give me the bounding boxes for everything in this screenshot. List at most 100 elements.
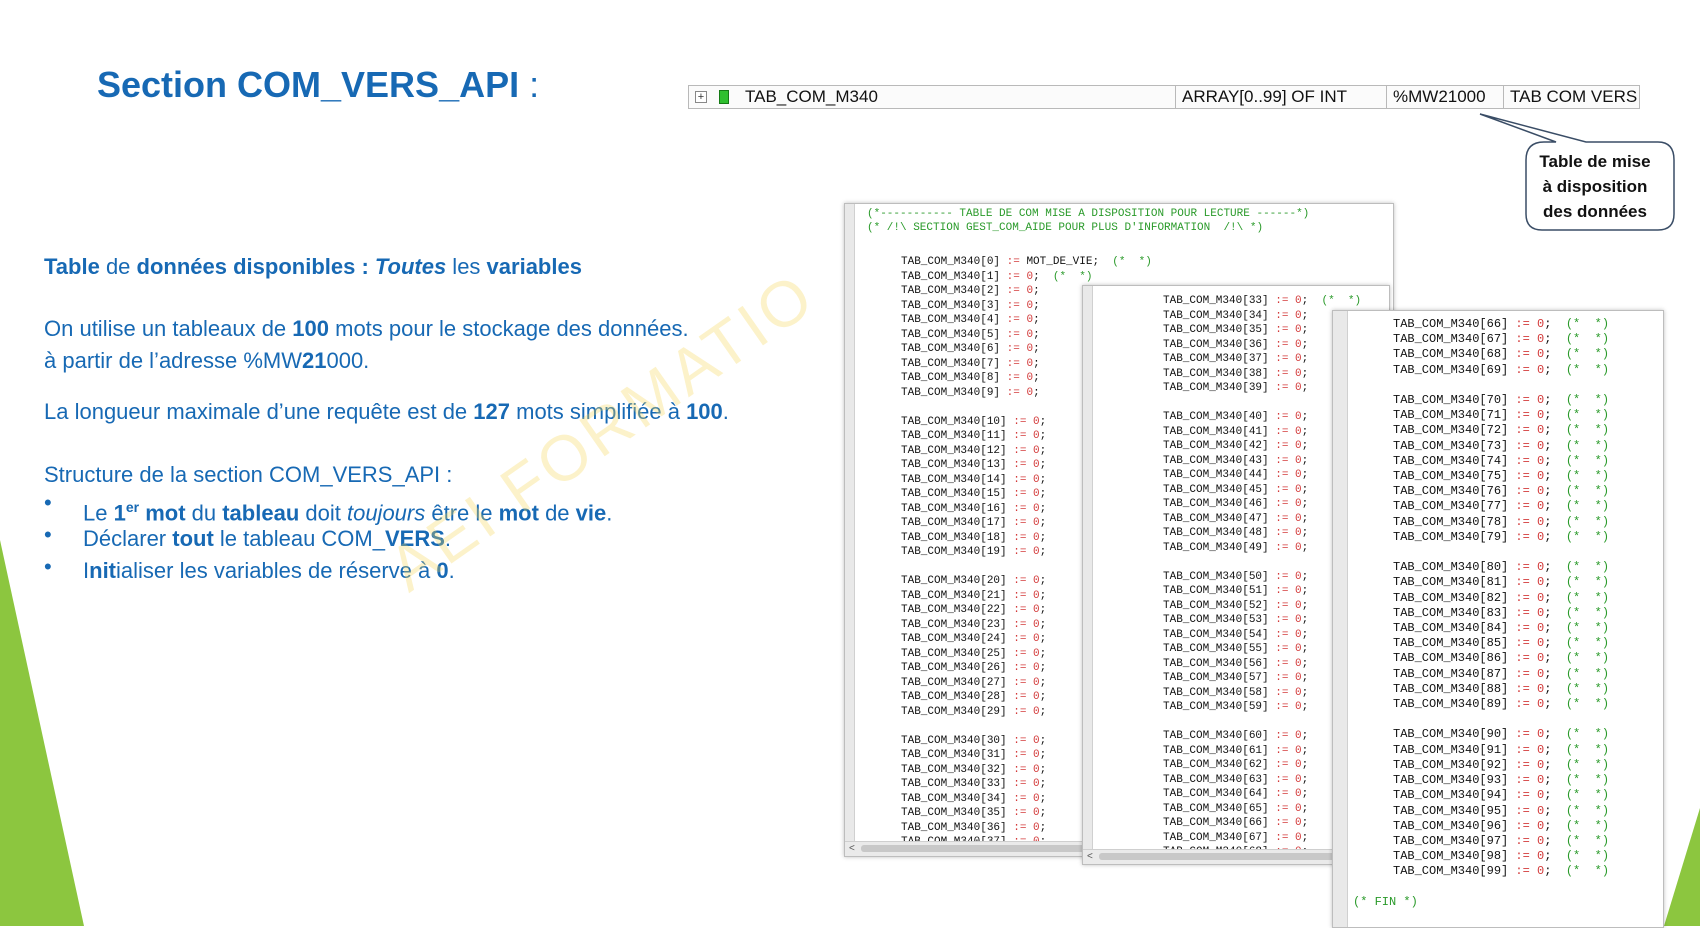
bullet-symbol: • <box>44 490 52 515</box>
watermark: AEI FORMATIO <box>375 257 829 605</box>
array-element: TAB_COM_M340[76] <box>1393 484 1509 499</box>
array-element: TAB_COM_M340[33] <box>901 778 1007 790</box>
code-header-comment: (*----------- TABLE DE COM MISE A DISPOS… <box>867 208 1310 220</box>
array-element: TAB_COM_M340[38] <box>1163 367 1269 380</box>
array-element: TAB_COM_M340[79] <box>1393 529 1509 544</box>
array-element: TAB_COM_M340[6] <box>901 343 1001 355</box>
array-element: TAB_COM_M340[75] <box>1393 469 1509 484</box>
array-element: TAB_COM_M340[64] <box>1163 788 1269 800</box>
variable-comment: TAB COM VERS <box>1510 87 1638 106</box>
array-element: TAB_COM_M340[43] <box>1163 454 1269 467</box>
array-element: TAB_COM_M340[62] <box>1163 759 1269 771</box>
array-element: TAB_COM_M340[93] <box>1393 773 1509 788</box>
array-element: TAB_COM_M340[56] <box>1163 657 1269 670</box>
array-element: TAB_COM_M340[84] <box>1393 621 1509 636</box>
array-element: TAB_COM_M340[15] <box>901 488 1007 500</box>
array-element: TAB_COM_M340[68] <box>1393 347 1509 362</box>
array-element: TAB_COM_M340[5] <box>901 328 1001 341</box>
array-element: TAB_COM_M340[2] <box>901 285 1001 297</box>
callout-line: à disposition <box>1542 177 1648 196</box>
scrollbar-thumb[interactable] <box>1099 853 1371 860</box>
variable-address: %MW21000 <box>1393 87 1486 106</box>
variable-type-icon <box>719 90 729 104</box>
code-window-3[interactable]: TAB_COM_M340[66] := 0; (* *) TAB_COM_M34… <box>1332 310 1664 928</box>
array-element: TAB_COM_M340[12] <box>901 444 1007 457</box>
array-element: TAB_COM_M340[74] <box>1393 453 1509 468</box>
array-element: TAB_COM_M340[28] <box>901 691 1007 703</box>
array-element: TAB_COM_M340[4] <box>901 314 1001 326</box>
editor-margin <box>1083 286 1093 864</box>
array-element: TAB_COM_M340[39] <box>1163 382 1269 394</box>
array-element: TAB_COM_M340[83] <box>1393 605 1509 620</box>
array-element: TAB_COM_M340[52] <box>1163 599 1269 612</box>
array-element: TAB_COM_M340[13] <box>901 459 1007 471</box>
array-element: TAB_COM_M340[91] <box>1393 742 1509 757</box>
array-element: TAB_COM_M340[21] <box>901 589 1007 602</box>
array-element: TAB_COM_M340[77] <box>1393 499 1509 514</box>
array-element: TAB_COM_M340[9] <box>901 386 1001 399</box>
array-element: TAB_COM_M340[69] <box>1393 362 1509 377</box>
array-element: TAB_COM_M340[57] <box>1163 672 1269 684</box>
array-element: TAB_COM_M340[48] <box>1163 527 1269 539</box>
paragraph-address: à partir de l’adresse %MW21000. <box>44 348 370 373</box>
array-element: TAB_COM_M340[19] <box>901 546 1007 558</box>
column-separator <box>1503 86 1504 108</box>
paragraph-structure: Structure de la section COM_VERS_API : <box>44 462 453 487</box>
variable-name: TAB_COM_M340 <box>745 87 878 106</box>
array-element: TAB_COM_M340[55] <box>1163 643 1269 655</box>
array-element: TAB_COM_M340[40] <box>1163 411 1269 423</box>
array-element: TAB_COM_M340[47] <box>1163 512 1269 525</box>
code-header-comment: (* /!\ SECTION GEST_COM_AIDE POUR PLUS D… <box>867 222 1264 234</box>
array-element: TAB_COM_M340[66] <box>1163 817 1269 829</box>
array-element: TAB_COM_M340[86] <box>1393 651 1509 666</box>
array-element: TAB_COM_M340[8] <box>901 372 1001 384</box>
array-element: TAB_COM_M340[78] <box>1393 514 1509 529</box>
plus-box-icon[interactable]: + <box>695 91 707 103</box>
array-element: TAB_COM_M340[67] <box>1393 332 1509 347</box>
array-element: TAB_COM_M340[53] <box>1163 614 1269 626</box>
array-element: TAB_COM_M340[0] <box>901 256 1001 268</box>
array-element: TAB_COM_M340[30] <box>901 734 1007 747</box>
array-element: TAB_COM_M340[44] <box>1163 469 1269 481</box>
array-element: TAB_COM_M340[71] <box>1393 408 1509 423</box>
array-element: TAB_COM_M340[34] <box>901 792 1007 805</box>
array-element: TAB_COM_M340[58] <box>1163 686 1269 699</box>
bullet-symbol: • <box>44 554 52 579</box>
array-element: TAB_COM_M340[26] <box>901 662 1007 674</box>
array-element: TAB_COM_M340[72] <box>1393 423 1509 438</box>
callout-bubble: Table de mise à disposition des données <box>1479 113 1675 232</box>
array-element: TAB_COM_M340[35] <box>901 807 1007 819</box>
bullet-symbol: • <box>44 522 52 547</box>
array-element: TAB_COM_M340[85] <box>1393 636 1509 651</box>
editor-margin <box>1333 311 1348 927</box>
chevron-left-icon[interactable]: < <box>1087 851 1093 862</box>
code-lines: TAB_COM_M340[66] := 0; (* *) TAB_COM_M34… <box>1353 317 1610 909</box>
array-element: TAB_COM_M340[96] <box>1393 818 1509 833</box>
array-element: TAB_COM_M340[36] <box>901 821 1007 834</box>
array-element: TAB_COM_M340[73] <box>1393 438 1509 453</box>
array-element: TAB_COM_M340[33] <box>1163 295 1269 307</box>
column-separator <box>1386 86 1387 108</box>
array-element: TAB_COM_M340[10] <box>901 415 1007 428</box>
array-element: TAB_COM_M340[24] <box>901 633 1007 645</box>
array-element: TAB_COM_M340[89] <box>1393 697 1509 712</box>
array-element: TAB_COM_M340[3] <box>901 299 1001 312</box>
array-element: TAB_COM_M340[34] <box>1163 309 1269 322</box>
array-element: TAB_COM_M340[80] <box>1393 560 1509 575</box>
array-element: TAB_COM_M340[97] <box>1393 833 1509 848</box>
paragraph-storage: On utilise un tableaux de 100 mots pour … <box>44 316 689 341</box>
editor-margin <box>845 204 855 856</box>
array-element: TAB_COM_M340[35] <box>1163 324 1269 336</box>
chevron-left-icon[interactable]: < <box>849 843 855 854</box>
column-separator <box>1175 86 1176 108</box>
array-element: TAB_COM_M340[29] <box>901 705 1007 718</box>
array-element: TAB_COM_M340[14] <box>901 473 1007 486</box>
array-element: TAB_COM_M340[88] <box>1393 681 1509 696</box>
array-element: TAB_COM_M340[82] <box>1393 590 1509 605</box>
array-element: TAB_COM_M340[20] <box>901 575 1007 587</box>
array-element: TAB_COM_M340[7] <box>901 357 1001 370</box>
array-element: TAB_COM_M340[27] <box>901 676 1007 689</box>
callout-line: des données <box>1543 202 1647 221</box>
array-element: TAB_COM_M340[70] <box>1393 393 1509 408</box>
variable-row[interactable]: + TAB_COM_M340 ARRAY[0..99] OF INT %MW21… <box>688 85 1640 109</box>
